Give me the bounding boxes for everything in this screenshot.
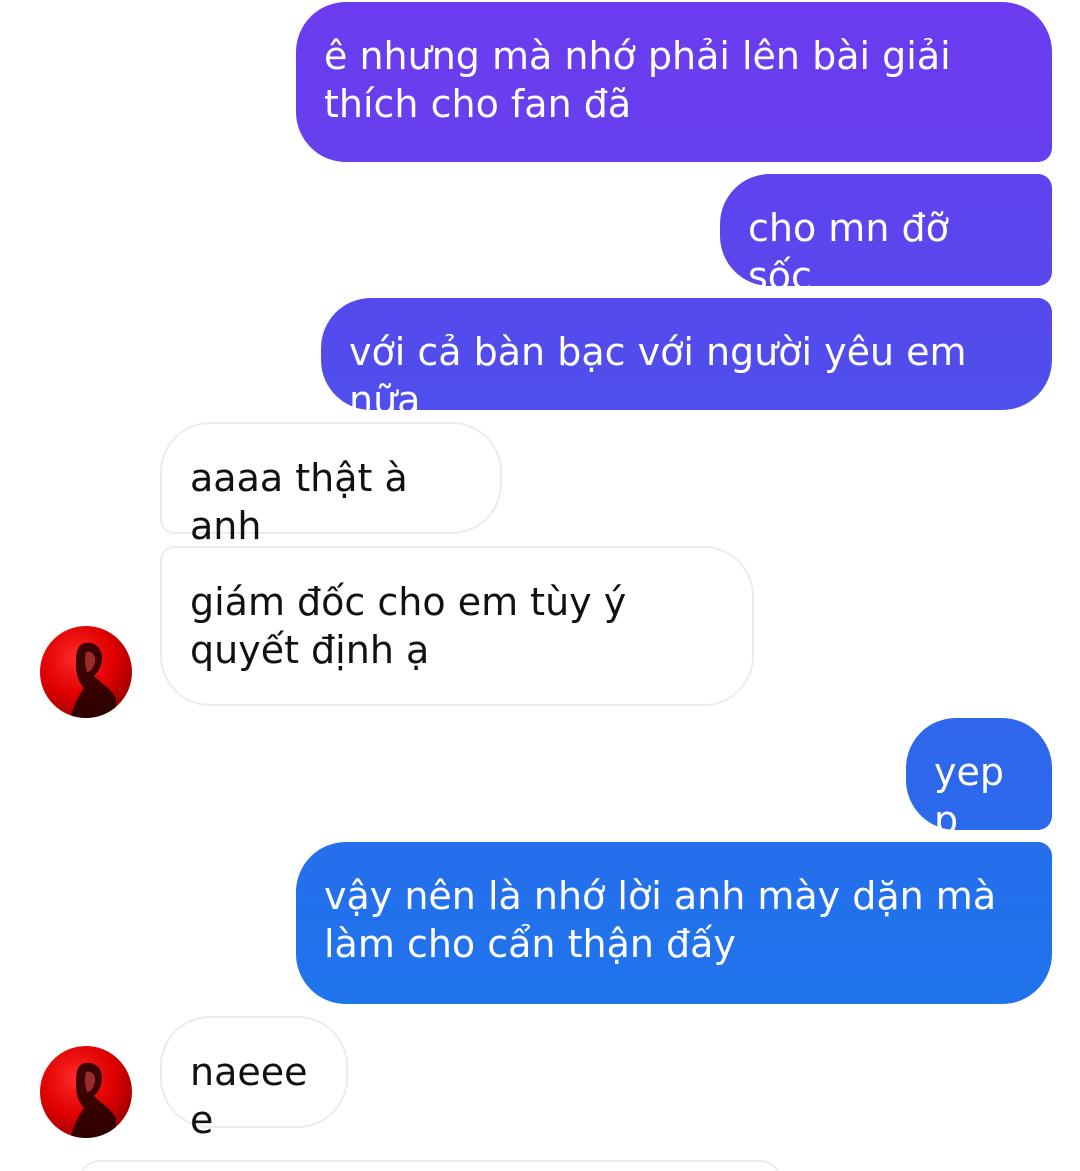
- message-bubble-incoming[interactable]: giám đốc cho em tùy ý quyết định ạ: [160, 546, 754, 706]
- chat-thread: ê nhưng mà nhớ phải lên bài giải thích c…: [0, 0, 1080, 1171]
- message-bubble-incoming[interactable]: aaaa thật à anh: [160, 422, 502, 548]
- message-bubble-incoming-partial[interactable]: [78, 1160, 782, 1171]
- message-bubble-incoming[interactable]: naeeee: [160, 1016, 348, 1142]
- message-bubble-outgoing[interactable]: với cả bàn bạc với người yêu em nữa: [321, 298, 1052, 422]
- message-bubble-outgoing[interactable]: vậy nên là nhớ lời anh mày dặn mà làm ch…: [296, 842, 1052, 1004]
- contact-avatar[interactable]: [40, 1046, 132, 1138]
- profile-photo-icon: [70, 1062, 116, 1138]
- contact-avatar[interactable]: [40, 626, 132, 718]
- profile-photo-icon: [70, 642, 116, 718]
- message-bubble-outgoing[interactable]: ê nhưng mà nhớ phải lên bài giải thích c…: [296, 2, 1052, 162]
- message-bubble-outgoing[interactable]: yepp: [906, 718, 1052, 842]
- message-bubble-outgoing[interactable]: cho mn đỡ sốc: [720, 174, 1052, 298]
